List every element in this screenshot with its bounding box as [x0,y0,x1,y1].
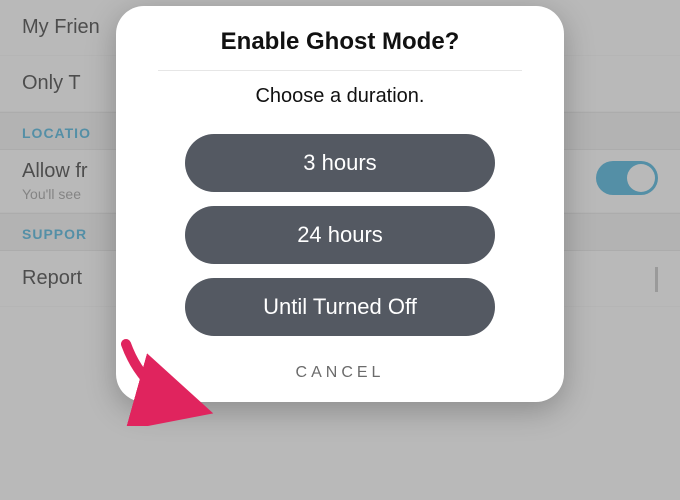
option-until-off-button[interactable]: Until Turned Off [185,278,495,336]
ghost-mode-modal: Enable Ghost Mode? Choose a duration. 3 … [116,6,564,402]
cancel-button[interactable]: CANCEL [284,356,397,390]
modal-subtitle: Choose a duration. [255,85,424,108]
option-3-hours-button[interactable]: 3 hours [185,134,495,192]
modal-title: Enable Ghost Mode? [221,28,460,70]
divider [158,70,522,71]
option-24-hours-button[interactable]: 24 hours [185,206,495,264]
